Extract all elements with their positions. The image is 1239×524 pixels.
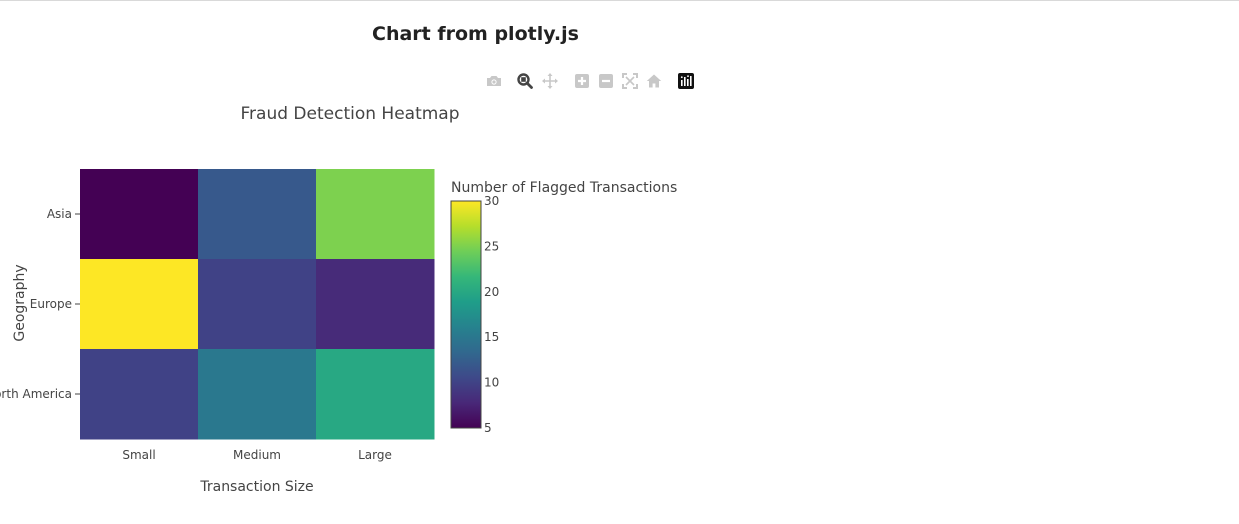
heatmap-chart: Fraud Detection Heatmap Small Medium Large… xyxy=(0,104,677,495)
x-tick-label: Small xyxy=(122,448,155,462)
y-tick-label: North America xyxy=(0,387,72,401)
heatmap-cell[interactable] xyxy=(80,259,199,350)
x-tick-label: Large xyxy=(358,448,392,462)
colorbar-tick-label: 25 xyxy=(484,239,499,253)
x-axis-ticks: Small Medium Large xyxy=(122,448,392,462)
colorbar: Number of Flagged Transactions 510152025… xyxy=(450,180,677,435)
heatmap-cell[interactable] xyxy=(198,169,317,260)
heatmap-cells xyxy=(80,169,435,440)
heatmap-cell[interactable] xyxy=(316,259,435,350)
x-tick-label: Medium xyxy=(233,448,281,462)
colorbar-tick-label: 30 xyxy=(484,194,499,208)
colorbar-tick-label: 5 xyxy=(484,421,492,435)
heatmap-cell[interactable] xyxy=(198,259,317,350)
heatmap-cell[interactable] xyxy=(316,169,435,260)
colorbar-gradient xyxy=(450,200,482,429)
y-axis-label: Geography xyxy=(12,264,28,341)
heatmap-cell[interactable] xyxy=(80,169,199,260)
colorbar-tick-label: 10 xyxy=(484,376,499,390)
heatmap-cell[interactable] xyxy=(198,349,317,440)
chart-title: Fraud Detection Heatmap xyxy=(241,104,460,124)
y-tick-label: Asia xyxy=(47,207,72,221)
heatmap-cell[interactable] xyxy=(80,349,199,440)
y-tick-label: Europe xyxy=(30,297,72,311)
colorbar-ticks: 5 10 15 20 25 30 xyxy=(484,194,499,435)
x-axis-label: Transaction Size xyxy=(199,479,313,495)
colorbar-tick-label: 15 xyxy=(484,330,499,344)
heatmap-cell[interactable] xyxy=(316,349,435,440)
colorbar-tick-label: 20 xyxy=(484,285,499,299)
